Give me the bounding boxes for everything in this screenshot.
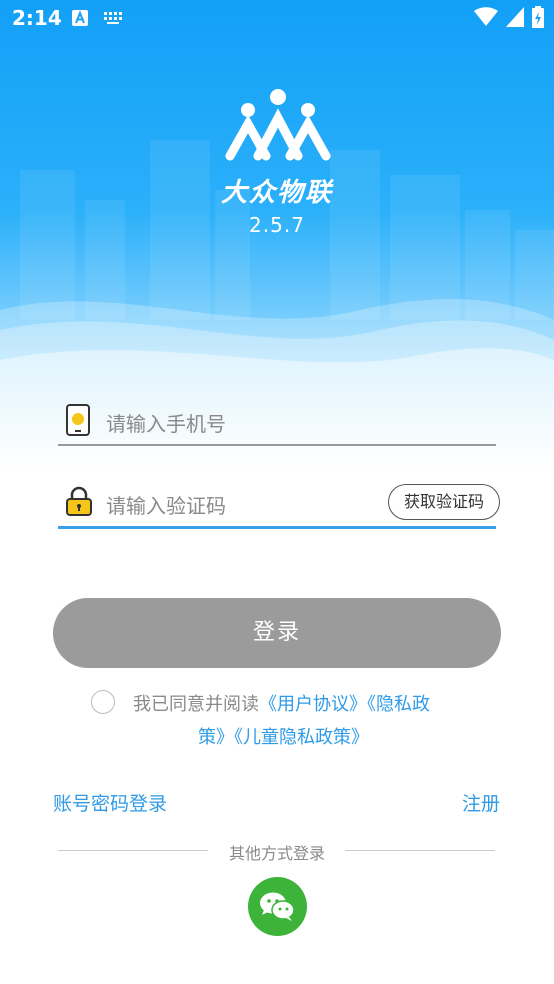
login-button[interactable]: 登录 bbox=[53, 598, 501, 668]
wechat-login-button[interactable] bbox=[248, 877, 307, 936]
agreement-text: 我已同意并阅读《用户协议》《隐私政 bbox=[133, 688, 473, 721]
signal-icon bbox=[506, 7, 524, 27]
battery-icon bbox=[532, 6, 544, 28]
app-name: 大众物联 bbox=[220, 178, 333, 208]
divider-right bbox=[345, 850, 495, 851]
agreement-text-line2: 策》《儿童隐私政策》 bbox=[198, 721, 369, 754]
agreement-prefix: 我已同意并阅读 bbox=[133, 694, 259, 715]
password-login-link[interactable]: 账号密码登录 bbox=[53, 789, 167, 816]
privacy-policy-link-end[interactable]: 策》 bbox=[198, 727, 234, 748]
keyboard-a-icon bbox=[72, 10, 88, 26]
status-bar: 2:14 bbox=[0, 0, 554, 38]
status-time: 2:14 bbox=[12, 6, 62, 30]
code-input-placeholder: 请输入验证码 bbox=[106, 494, 226, 518]
wifi-icon bbox=[474, 7, 498, 26]
privacy-policy-link[interactable]: 《隐私政 bbox=[367, 694, 430, 715]
app-version: 2.5.7 bbox=[249, 213, 305, 237]
app-logo-icon bbox=[225, 89, 331, 161]
phone-input-placeholder: 请输入手机号 bbox=[106, 412, 226, 436]
other-login-label: 其他方式登录 bbox=[228, 844, 325, 863]
get-code-button[interactable]: 获取验证码 bbox=[388, 484, 500, 520]
register-link[interactable]: 注册 bbox=[462, 789, 500, 816]
phone-field[interactable]: 请输入手机号 bbox=[58, 398, 496, 446]
agreement-checkbox[interactable] bbox=[91, 690, 115, 714]
keyboard-icon bbox=[104, 12, 122, 24]
user-agreement-link[interactable]: 《用户协议》 bbox=[259, 694, 367, 715]
verification-code-field[interactable]: 请输入验证码 获取验证码 bbox=[58, 480, 500, 529]
child-privacy-link[interactable]: 《儿童隐私政策》 bbox=[234, 727, 369, 748]
wechat-icon bbox=[260, 892, 295, 921]
lock-icon bbox=[66, 486, 92, 516]
phone-icon bbox=[66, 404, 90, 436]
